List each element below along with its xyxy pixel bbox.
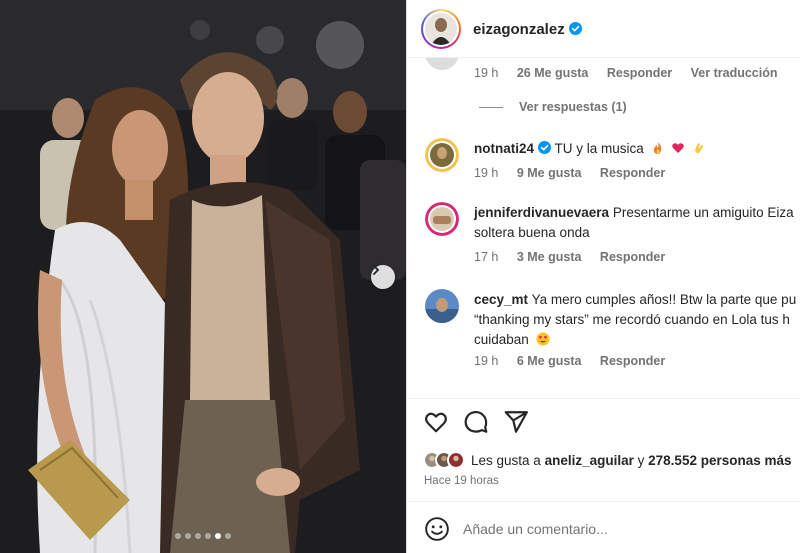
- likes-prefix: Les gusta a: [471, 452, 541, 468]
- comment-likes-count[interactable]: 26 Me gusta: [517, 66, 589, 80]
- likes-user[interactable]: aneliz_aguilar: [545, 453, 634, 468]
- comment-time: 17 h: [474, 250, 499, 264]
- comment-body: TU y la musica: [554, 141, 644, 156]
- carousel-dot: [205, 533, 211, 539]
- carousel-dot: [185, 533, 191, 539]
- author-username-text[interactable]: eizagonzalez: [473, 21, 565, 38]
- comment-text: notnati24 TU y la musica: [474, 139, 706, 159]
- view-replies-button[interactable]: Ver respuestas (1): [479, 100, 627, 114]
- comment-input[interactable]: [463, 516, 783, 542]
- liker-avatar[interactable]: [447, 451, 465, 469]
- author-avatar[interactable]: [421, 9, 461, 49]
- comment-body: “thanking my stars” me recordó cuando en…: [474, 312, 790, 327]
- add-comment-bar: [407, 501, 800, 553]
- emoji-picker-icon[interactable]: [424, 516, 450, 542]
- like-heart-icon[interactable]: [423, 409, 449, 435]
- comment-likes-count[interactable]: 6 Me gusta: [517, 354, 582, 368]
- post-side-panel: eizagonzalez 19 h 26 Me gusta Responder …: [406, 0, 800, 553]
- photo-illustration: [0, 0, 406, 553]
- comment-likes-count[interactable]: 3 Me gusta: [517, 250, 582, 264]
- carousel-dot: [195, 533, 201, 539]
- heart-eyes-emoji-icon: [536, 332, 550, 346]
- comment-meta: 19 h 26 Me gusta Responder Ver traducció…: [474, 66, 793, 80]
- comment-text-continued: “thanking my stars” me recordó cuando en…: [474, 310, 790, 330]
- comment-username[interactable]: notnati24: [474, 141, 534, 156]
- comment-text: cecy_mt Ya mero cumples años!! Btw la pa…: [474, 290, 796, 310]
- comment-body: Presentarme un amiguito Eiza: [612, 205, 794, 220]
- comment-bubble-icon[interactable]: [463, 409, 489, 435]
- comment-username[interactable]: cecy_mt: [474, 292, 528, 307]
- carousel-dot-active: [215, 533, 221, 539]
- author-username[interactable]: eizagonzalez: [473, 21, 582, 38]
- replies-divider: [479, 107, 503, 109]
- comment-text-continued: soltera buena onda: [474, 223, 590, 243]
- post-photo: [0, 0, 406, 553]
- comment-time: 19 h: [474, 354, 499, 368]
- comment-avatar-image: [425, 138, 459, 172]
- carousel-dot: [225, 533, 231, 539]
- view-replies-label[interactable]: Ver respuestas (1): [519, 100, 627, 114]
- carousel-indicator: [0, 533, 406, 539]
- comments-list: 19 h 26 Me gusta Responder Ver traducció…: [407, 58, 800, 398]
- author-avatar-image: [425, 13, 457, 45]
- fire-emoji-icon: [653, 142, 661, 154]
- comment-avatar-image: [425, 289, 459, 323]
- comment-avatar[interactable]: [425, 138, 459, 172]
- comment-text: jenniferdivanuevaera Presentarme un amig…: [474, 203, 794, 223]
- comment-avatar[interactable]: [425, 202, 459, 236]
- carousel-next-button[interactable]: [371, 265, 395, 289]
- verified-badge-icon: [568, 22, 582, 35]
- reply-button[interactable]: Responder: [600, 250, 665, 264]
- verified-badge-icon: [538, 141, 552, 154]
- post-timestamp[interactable]: Hace 19 horas: [424, 475, 499, 487]
- comment-avatar[interactable]: [425, 58, 459, 70]
- comment-meta: 19 h 9 Me gusta Responder: [474, 166, 680, 180]
- red-heart-emoji-icon: [672, 143, 685, 153]
- chevron-right-icon: [373, 265, 380, 275]
- likes-text: Les gusta a aneliz_aguilar y 278.552 per…: [471, 453, 792, 468]
- comment-avatar[interactable]: [425, 289, 459, 323]
- likes-summary: Les gusta a aneliz_aguilar y 278.552 per…: [423, 451, 792, 469]
- comment-time: 19 h: [474, 66, 499, 80]
- reply-button[interactable]: Responder: [600, 166, 665, 180]
- comment-body: Ya mero cumples años!! Btw la parte que …: [531, 292, 797, 307]
- comment-body: cuidaban: [474, 332, 529, 347]
- share-paper-plane-icon[interactable]: [503, 409, 529, 435]
- carousel-dot: [175, 533, 181, 539]
- comment-time: 19 h: [474, 166, 499, 180]
- post-actions: Les gusta a aneliz_aguilar y 278.552 per…: [407, 398, 800, 553]
- comment-body: soltera buena onda: [474, 225, 590, 240]
- likes-joiner: y: [637, 452, 645, 468]
- post-header: eizagonzalez: [407, 0, 800, 58]
- comment-username[interactable]: jenniferdivanuevaera: [474, 205, 609, 220]
- reply-button[interactable]: Responder: [600, 354, 665, 368]
- likes-count[interactable]: 278.552 personas más: [648, 453, 791, 468]
- translate-button[interactable]: Ver traducción: [691, 66, 778, 80]
- comment-text-continued: cuidaban: [474, 330, 550, 350]
- comment-avatar-image: [425, 202, 459, 236]
- comment-meta: 19 h 6 Me gusta Responder: [474, 354, 680, 368]
- reply-button[interactable]: Responder: [607, 66, 672, 80]
- comment-meta: 17 h 3 Me gusta Responder: [474, 250, 680, 264]
- comment-likes-count[interactable]: 9 Me gusta: [517, 166, 582, 180]
- clapping-hands-emoji-icon: [695, 143, 704, 154]
- comment-avatar-image: [425, 58, 459, 70]
